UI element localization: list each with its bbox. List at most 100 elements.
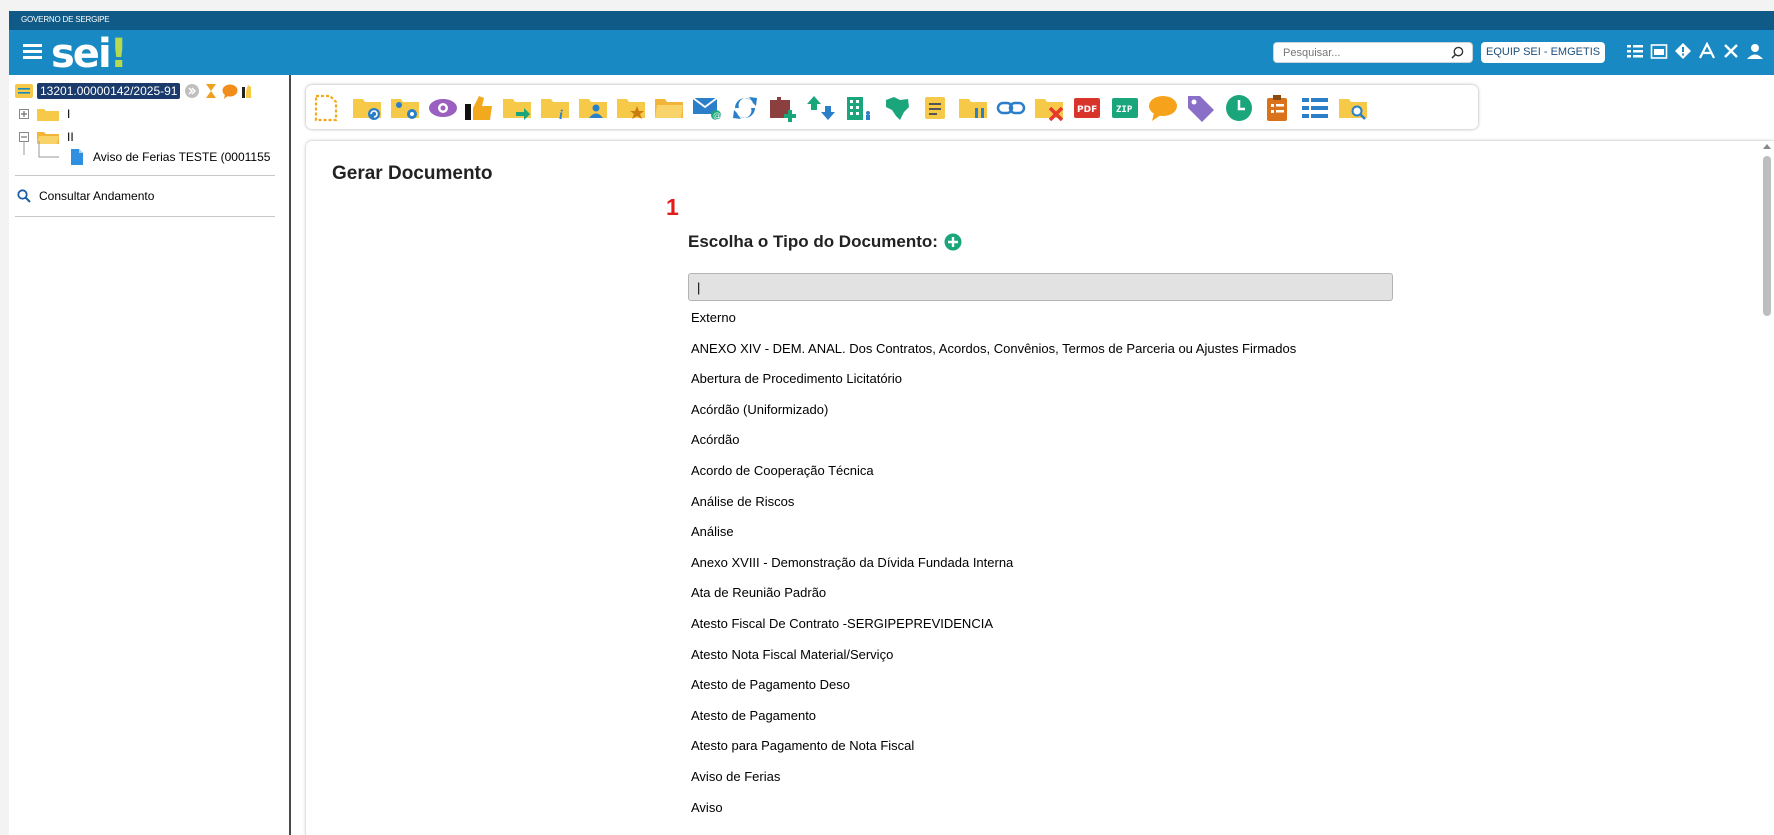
list-view-icon[interactable]	[1300, 94, 1330, 122]
process-settings-icon[interactable]	[390, 94, 420, 122]
svg-text:ZIP: ZIP	[1116, 105, 1133, 115]
svg-text:@: @	[713, 111, 721, 120]
main-content: Gerar Documento 1 Escolha o Tipo do Docu…	[306, 141, 1774, 835]
header-icons	[1626, 42, 1764, 64]
clock-icon[interactable]	[1224, 94, 1254, 122]
process-tree-pane: 13201.00000142/2025-91 I II Aviso de Fer…	[9, 75, 291, 835]
divider	[15, 216, 275, 217]
open-folder-icon[interactable]	[654, 94, 684, 122]
link-icon[interactable]	[996, 94, 1026, 122]
folder-icon	[37, 109, 59, 121]
search-input[interactable]	[1274, 43, 1444, 63]
list-item[interactable]: Anexo XVIII - Demonstração da Dívida Fun…	[691, 548, 1296, 579]
pdf-icon[interactable]: PDF	[1072, 94, 1102, 122]
pause-icon[interactable]	[958, 94, 988, 122]
svg-text:i: i	[559, 108, 563, 122]
list-item[interactable]: Acordo de Cooperação Técnica	[691, 456, 1296, 487]
document-type-list: Externo ANEXO XIV - DEM. ANAL. Dos Contr…	[691, 303, 1296, 823]
tree-connector	[23, 141, 59, 158]
close-process-icon[interactable]	[1034, 94, 1064, 122]
step-marker: 1	[666, 194, 679, 220]
app-window: GOVERNO DE SERGIPE sei! EQUIP SEI - EMGE…	[9, 11, 1774, 835]
calendar-icon[interactable]	[1650, 42, 1668, 60]
list-item[interactable]: Análise de Riscos	[691, 487, 1296, 518]
favorite-folder-icon[interactable]	[616, 94, 646, 122]
page-title: Gerar Documento	[332, 163, 493, 184]
search-icon[interactable]	[1451, 46, 1464, 59]
refresh-icon[interactable]	[730, 94, 760, 122]
list-item[interactable]: Acórdão	[691, 425, 1296, 456]
tree-document[interactable]: Aviso de Ferias TESTE (0001155	[71, 149, 270, 165]
tag-icon[interactable]	[1186, 94, 1216, 122]
hourglass-icon[interactable]	[204, 83, 218, 99]
list-icon[interactable]	[1626, 42, 1644, 60]
scroll-thumb[interactable]	[1763, 156, 1771, 316]
sort-icon[interactable]	[806, 94, 836, 122]
new-document-icon[interactable]	[312, 94, 342, 122]
view-icon[interactable]	[428, 94, 458, 122]
process-row[interactable]: 13201.00000142/2025-91	[15, 83, 252, 99]
list-item[interactable]: ANEXO XIV - DEM. ANAL. Dos Contratos, Ac…	[691, 334, 1296, 365]
scrollbar[interactable]	[1762, 141, 1772, 831]
document-type-filter[interactable]	[688, 273, 1393, 301]
list-item[interactable]: Abertura de Procedimento Licitatório	[691, 364, 1296, 395]
zip-icon[interactable]: ZIP	[1110, 94, 1140, 122]
add-circle-icon[interactable]	[944, 233, 962, 251]
document-icon	[71, 149, 83, 165]
government-strip: GOVERNO DE SERGIPE	[9, 11, 1774, 30]
process-number[interactable]: 13201.00000142/2025-91	[37, 83, 181, 99]
list-item[interactable]: Ata de Reunião Padrão	[691, 578, 1296, 609]
menu-icon[interactable]	[23, 44, 42, 59]
search-icon	[17, 189, 31, 203]
sei-logo[interactable]: sei!	[51, 31, 128, 77]
process-info-icon[interactable]: i	[540, 94, 570, 122]
alert-icon[interactable]	[1674, 42, 1692, 60]
consult-link[interactable]: Consultar Andamento	[17, 189, 154, 203]
checklist-icon[interactable]	[1262, 94, 1292, 122]
search-box	[1273, 42, 1473, 63]
list-item[interactable]: Aviso de Ferias	[691, 762, 1296, 793]
assign-user-icon[interactable]	[578, 94, 608, 122]
email-icon[interactable]: @	[692, 94, 722, 122]
list-item[interactable]: Atesto de Pagamento	[691, 701, 1296, 732]
search-folder-icon[interactable]	[1338, 94, 1368, 122]
comment-icon[interactable]	[1148, 94, 1178, 122]
choose-type-label: Escolha o Tipo do Documento:	[688, 232, 938, 251]
tree-folder-i[interactable]: I	[19, 107, 70, 121]
svg-text:PDF: PDF	[1077, 105, 1097, 115]
send-process-icon[interactable]	[502, 94, 532, 122]
map-icon[interactable]	[882, 94, 912, 122]
unit-selector[interactable]: EQUIP SEI - EMGETIS	[1481, 42, 1606, 63]
choose-type-heading: Escolha o Tipo do Documento:	[688, 232, 962, 252]
list-item[interactable]: Atesto para Pagamento de Nota Fiscal	[691, 731, 1296, 762]
app-header: sei! EQUIP SEI - EMGETIS	[9, 30, 1774, 77]
folder-label[interactable]: I	[67, 107, 70, 121]
list-item[interactable]: Atesto Fiscal De Contrato -SERGIPEPREVID…	[691, 609, 1296, 640]
folder-label[interactable]: II	[67, 130, 74, 144]
list-item[interactable]: Aviso	[691, 793, 1296, 824]
expand-icon[interactable]	[19, 109, 29, 119]
notes-icon[interactable]	[920, 94, 950, 122]
building-icon[interactable]	[844, 94, 874, 122]
highlight-icon[interactable]	[242, 84, 252, 99]
government-label: GOVERNO DE SERGIPE	[21, 15, 110, 24]
list-item[interactable]: Atesto Nota Fiscal Material/Serviço	[691, 640, 1296, 671]
list-item[interactable]: Acórdão (Uniformizado)	[691, 395, 1296, 426]
process-folder-icon	[15, 84, 33, 98]
divider	[15, 175, 275, 176]
comment-icon[interactable]	[222, 84, 238, 99]
user-icon[interactable]	[1746, 42, 1764, 60]
list-item[interactable]: Atesto de Pagamento Deso	[691, 670, 1296, 701]
font-size-icon[interactable]	[1698, 42, 1716, 60]
relate-process-icon[interactable]	[352, 94, 382, 122]
process-toolbar: i @ PDF ZIP	[306, 85, 1478, 129]
list-item[interactable]: Análise	[691, 517, 1296, 548]
consult-label[interactable]: Consultar Andamento	[39, 189, 154, 203]
list-item[interactable]: Externo	[691, 303, 1296, 334]
tools-icon[interactable]	[1722, 42, 1740, 60]
forward-circle-icon[interactable]	[184, 83, 200, 99]
highlight-icon[interactable]	[464, 94, 494, 122]
scroll-up-arrow-icon[interactable]	[1763, 144, 1771, 149]
document-label[interactable]: Aviso de Ferias TESTE (0001155	[93, 150, 270, 164]
add-block-icon[interactable]	[768, 94, 798, 122]
